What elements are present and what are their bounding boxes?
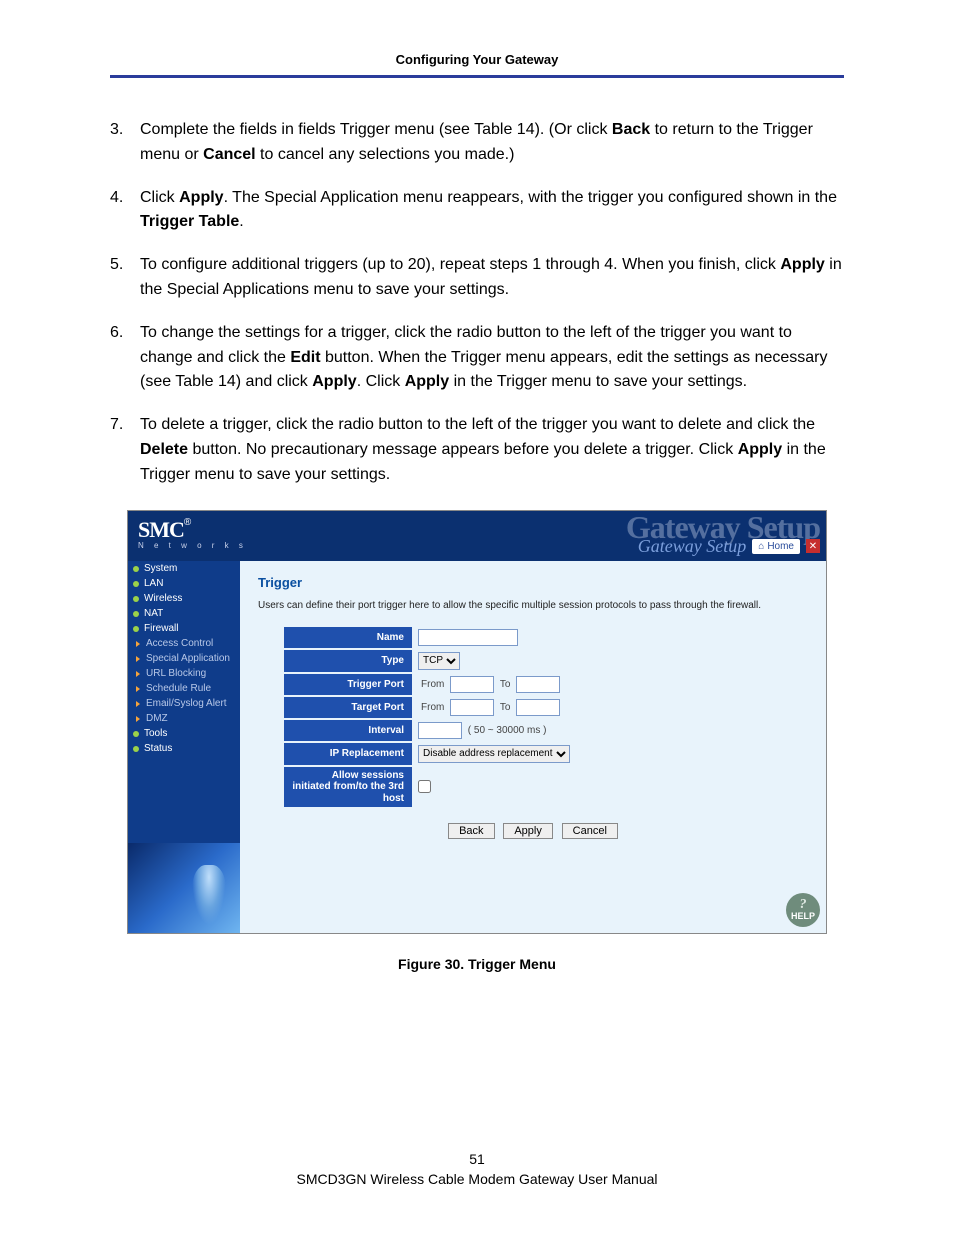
trigger-form: Name Type TCP Trigger P (284, 625, 576, 810)
nav-access-control[interactable]: Access Control (128, 636, 240, 651)
nav-firewall[interactable]: Firewall (128, 621, 240, 636)
router-ui-figure: SMC® N e t w o r k s Gateway Setup Gatew… (127, 510, 827, 934)
sidebar-decor-image (128, 843, 240, 933)
step-text: Complete the fields in fields Trigger me… (140, 121, 813, 163)
instruction-step: 6. To change the settings for a trigger, … (110, 321, 844, 395)
logo-reg: ® (184, 517, 191, 528)
page-footer: 51 SMCD3GN Wireless Cable Modem Gateway … (0, 1151, 954, 1187)
to-label-1: To (497, 679, 514, 690)
label-ip-replacement: IP Replacement (284, 743, 412, 765)
step-text: To configure additional triggers (up to … (140, 256, 842, 298)
instruction-step: 5. To configure additional triggers (up t… (110, 253, 844, 303)
nav-schedule-rule[interactable]: Schedule Rule (128, 681, 240, 696)
label-interval: Interval (284, 720, 412, 741)
target-from-input[interactable] (450, 699, 494, 716)
smc-logo: SMC® N e t w o r k s (138, 517, 247, 550)
step-text: To delete a trigger, click the radio but… (140, 416, 826, 483)
nav-lan[interactable]: LAN (128, 576, 240, 591)
nav-status[interactable]: Status (128, 741, 240, 756)
banner-subbar: Gateway Setup ⌂ Home ✕ (638, 536, 820, 557)
from-label-1: From (418, 679, 447, 690)
cancel-button[interactable]: Cancel (562, 823, 618, 839)
page-number: 51 (0, 1151, 954, 1167)
help-button[interactable]: ? HELP (786, 893, 820, 927)
nav-wireless[interactable]: Wireless (128, 591, 240, 606)
content-title: Trigger (258, 575, 808, 590)
help-label: HELP (791, 911, 815, 921)
content-description: Users can define their port trigger here… (258, 600, 808, 611)
back-button[interactable]: Back (448, 823, 494, 839)
label-type: Type (284, 650, 412, 672)
nav-system[interactable]: System (128, 561, 240, 576)
step-number: 3. (110, 118, 123, 143)
logo-text: SMC (138, 517, 184, 542)
step-text: Click Apply. The Special Application men… (140, 189, 837, 231)
nav-email-syslog-alert[interactable]: Email/Syslog Alert (128, 696, 240, 711)
ip-replacement-select[interactable]: Disable address replacement (418, 745, 570, 763)
running-header: Configuring Your Gateway (110, 40, 844, 75)
home-label: Home (767, 541, 794, 552)
sidebar: SystemLANWirelessNATFirewallAccess Contr… (128, 561, 240, 933)
nav-dmz[interactable]: DMZ (128, 711, 240, 726)
from-label-2: From (418, 702, 447, 713)
step-number: 6. (110, 321, 123, 346)
target-to-input[interactable] (516, 699, 560, 716)
instruction-step: 3. Complete the fields in fields Trigger … (110, 118, 844, 168)
step-number: 7. (110, 413, 123, 438)
allow-sessions-checkbox[interactable] (418, 780, 431, 793)
logo-subtext: N e t w o r k s (138, 541, 247, 550)
logout-button[interactable]: ✕ (806, 539, 820, 553)
name-input[interactable] (418, 629, 518, 646)
content-pane: Trigger Users can define their port trig… (240, 561, 826, 933)
apply-button[interactable]: Apply (503, 823, 553, 839)
step-number: 4. (110, 186, 123, 211)
to-label-2: To (497, 702, 514, 713)
label-trigger-port: Trigger Port (284, 674, 412, 695)
home-icon: ⌂ (758, 541, 764, 552)
nav-special-application[interactable]: Special Application (128, 651, 240, 666)
home-button[interactable]: ⌂ Home (752, 539, 800, 554)
ui-banner: SMC® N e t w o r k s Gateway Setup Gatew… (128, 511, 826, 561)
label-allow-sessions: Allow sessions initiated from/to the 3rd… (284, 767, 412, 808)
trigger-from-input[interactable] (450, 676, 494, 693)
type-select[interactable]: TCP (418, 652, 460, 670)
help-icon: ? (800, 899, 807, 911)
figure-caption: Figure 30. Trigger Menu (110, 956, 844, 972)
footer-text: SMCD3GN Wireless Cable Modem Gateway Use… (0, 1171, 954, 1187)
interval-input[interactable] (418, 722, 462, 739)
breadcrumb: Gateway Setup (638, 536, 746, 557)
instruction-list: 3. Complete the fields in fields Trigger … (110, 118, 844, 488)
header-rule (110, 75, 844, 78)
step-number: 5. (110, 253, 123, 278)
instruction-step: 7. To delete a trigger, click the radio b… (110, 413, 844, 487)
label-target-port: Target Port (284, 697, 412, 718)
label-name: Name (284, 627, 412, 648)
trigger-to-input[interactable] (516, 676, 560, 693)
nav-tools[interactable]: Tools (128, 726, 240, 741)
step-text: To change the settings for a trigger, cl… (140, 324, 828, 391)
nav-url-blocking[interactable]: URL Blocking (128, 666, 240, 681)
nav-nat[interactable]: NAT (128, 606, 240, 621)
button-row: Back Apply Cancel (258, 823, 808, 839)
instruction-step: 4. Click Apply. The Special Application m… (110, 186, 844, 236)
interval-hint: ( 50 ~ 30000 ms ) (465, 725, 550, 736)
